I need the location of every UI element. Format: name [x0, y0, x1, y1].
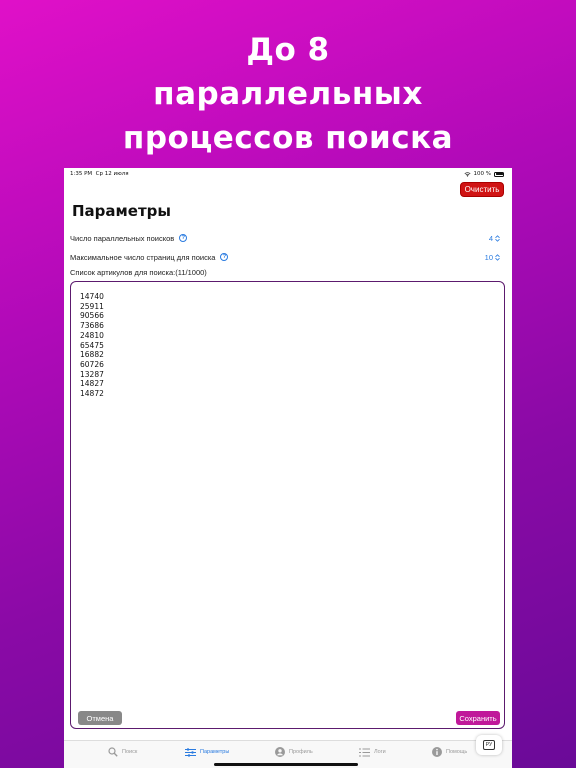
- tab-params-label: Параметры: [200, 749, 230, 755]
- parallel-searches-label: Число параллельных поисков: [70, 233, 175, 243]
- status-bar: 1:35 PM Ср 12 июля 100 %: [64, 168, 512, 180]
- tab-search[interactable]: Поиск: [108, 745, 137, 759]
- article-line: 248106: [80, 330, 104, 340]
- chevron-up-down-icon: [495, 234, 500, 242]
- article-line: 148720: [80, 389, 104, 399]
- max-pages-value: 10: [484, 252, 493, 262]
- help-icon[interactable]: ?: [220, 253, 229, 261]
- help-icon[interactable]: ?: [179, 234, 188, 242]
- article-line: 736865: [80, 321, 104, 331]
- tab-logs-label: Логи: [374, 749, 386, 755]
- max-pages-stepper[interactable]: 10: [485, 253, 500, 262]
- article-line: 148270: [80, 379, 104, 389]
- articles-lines: 147401 259116 905669 736865 248106 65475…: [80, 292, 104, 399]
- article-line: 905669: [80, 311, 104, 321]
- article-line: 132871: [80, 369, 104, 379]
- clear-button[interactable]: Очистить: [460, 182, 504, 197]
- article-line: 147401: [80, 292, 104, 301]
- article-line: 168822: [80, 350, 104, 360]
- cancel-button[interactable]: Отмена: [78, 711, 122, 725]
- search-icon: [108, 747, 118, 757]
- status-time: 1:35 PM Ср 12 июля: [70, 171, 129, 177]
- home-indicator: [214, 763, 358, 766]
- parallel-searches-row: Число параллельных поисков ? 4: [70, 232, 504, 244]
- tab-params[interactable]: Параметры: [185, 745, 229, 759]
- list-icon: [359, 748, 370, 756]
- headline-line-3: процессов поиска: [122, 120, 454, 156]
- tab-logs[interactable]: Логи: [359, 745, 386, 759]
- language-button[interactable]: РУ: [476, 735, 502, 755]
- tab-bar: Поиск Параметры Профиль Логи Помощь: [64, 740, 512, 768]
- max-pages-label: Максимальное число страниц для поиска: [70, 252, 216, 262]
- max-pages-row: Максимальное число страниц для поиска ? …: [70, 251, 504, 263]
- tab-search-label: Поиск: [122, 749, 138, 755]
- parallel-searches-value: 4: [488, 233, 493, 243]
- status-right: 100 %: [464, 171, 504, 177]
- device-screen: 1:35 PM Ср 12 июля 100 % Очистить Параме…: [64, 168, 512, 768]
- tab-profile[interactable]: Профиль: [275, 745, 313, 759]
- profile-icon: [275, 747, 285, 757]
- articles-list-label: Список артикулов для поиска:(11/1000): [70, 268, 207, 277]
- battery-percent: 100 %: [473, 171, 491, 177]
- save-button[interactable]: Сохранить: [456, 711, 500, 725]
- article-line: 607266: [80, 359, 104, 369]
- article-line: 654757: [80, 340, 104, 350]
- tab-help-label: Помощь: [446, 749, 468, 755]
- articles-textarea[interactable]: 147401 259116 905669 736865 248106 65475…: [70, 281, 505, 729]
- page-title: Параметры: [72, 202, 171, 220]
- article-line: 259116: [80, 301, 104, 311]
- wifi-icon: [464, 171, 471, 177]
- language-icon: РУ: [482, 740, 496, 750]
- parallel-searches-stepper[interactable]: 4: [489, 234, 500, 243]
- chevron-up-down-icon: [495, 253, 500, 261]
- battery-icon: [494, 171, 504, 177]
- tab-help[interactable]: Помощь: [432, 745, 467, 759]
- sliders-icon: [185, 747, 196, 757]
- info-icon: [432, 747, 442, 757]
- headline-line-2: параллельных: [153, 76, 423, 112]
- promo-headline: До 8 параллельных процессов поиска: [0, 28, 576, 160]
- tab-profile-label: Профиль: [289, 749, 313, 755]
- headline-line-1: До 8: [246, 32, 330, 68]
